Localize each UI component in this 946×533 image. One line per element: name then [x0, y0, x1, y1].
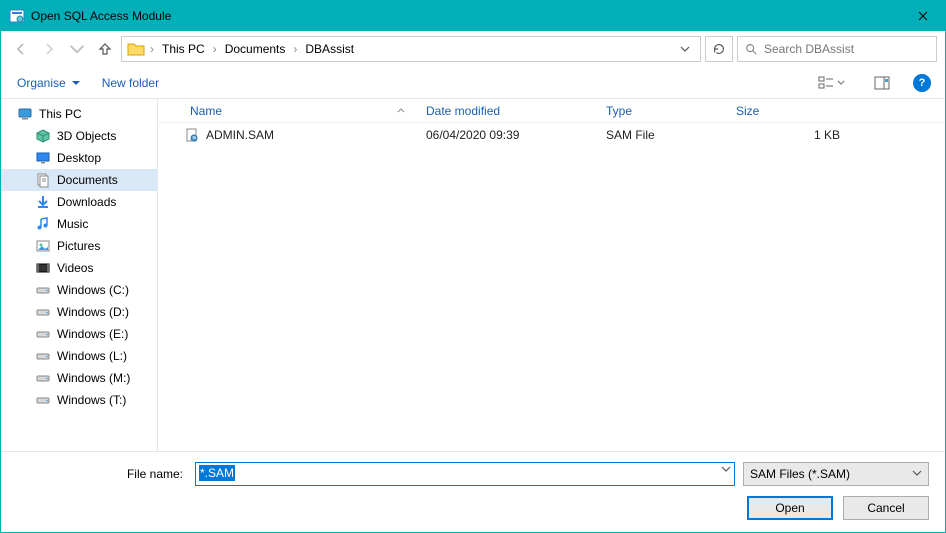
tree-item-drive-l[interactable]: Windows (L:) [1, 345, 157, 367]
command-bar: Organise New folder ? [1, 67, 945, 99]
new-folder-button[interactable]: New folder [100, 72, 161, 94]
column-header-type[interactable]: Type [598, 104, 728, 118]
tree-label: Windows (E:) [57, 327, 128, 341]
tree-label: Windows (M:) [57, 371, 130, 385]
tree-item-drive-m[interactable]: Windows (M:) [1, 367, 157, 389]
tree-item-this-pc[interactable]: This PC [1, 103, 157, 125]
column-header-name[interactable]: Name [158, 104, 418, 118]
recent-locations-button[interactable] [65, 37, 89, 61]
file-date: 06/04/2020 09:39 [418, 128, 598, 142]
drive-icon [35, 282, 51, 298]
open-button[interactable]: Open [747, 496, 833, 520]
breadcrumb[interactable]: This PC [158, 40, 209, 58]
file-list: Name Date modified Type Size ADM [157, 99, 945, 451]
organise-button[interactable]: Organise [15, 72, 82, 94]
tree-item-drive-t[interactable]: Windows (T:) [1, 389, 157, 411]
address-dropdown-button[interactable] [674, 46, 696, 52]
nav-forward-button[interactable] [37, 37, 61, 61]
sort-indicator-icon [397, 108, 405, 113]
tree-label: Documents [57, 173, 118, 187]
cube-icon [35, 128, 51, 144]
chevron-right-icon: › [291, 42, 299, 56]
tree-label: Desktop [57, 151, 101, 165]
pictures-icon [35, 238, 51, 254]
drive-icon [35, 392, 51, 408]
tree-label: Windows (T:) [57, 393, 126, 407]
tree-item-music[interactable]: Music [1, 213, 157, 235]
file-rows[interactable]: ADMIN.SAM 06/04/2020 09:39 SAM File 1 KB [158, 123, 945, 451]
tree-label: Windows (C:) [57, 283, 129, 297]
tree-label: 3D Objects [57, 129, 116, 143]
tree-label: Music [57, 217, 88, 231]
desktop-icon [35, 150, 51, 166]
computer-icon [17, 106, 33, 122]
file-name: ADMIN.SAM [206, 128, 274, 142]
help-button[interactable]: ? [913, 74, 931, 92]
file-icon [184, 127, 200, 143]
breadcrumb[interactable]: Documents [221, 40, 290, 58]
window-title: Open SQL Access Module [31, 9, 900, 23]
tree-label: Pictures [57, 239, 100, 253]
nav-back-button[interactable] [9, 37, 33, 61]
bottom-panel: File name: *.SAM SAM Files (*.SAM) Open … [1, 452, 945, 532]
column-header-size[interactable]: Size [728, 104, 848, 118]
titlebar: Open SQL Access Module [1, 1, 945, 31]
folder-icon [126, 39, 146, 59]
file-type-filter[interactable]: SAM Files (*.SAM) [743, 462, 929, 486]
tree-item-pictures[interactable]: Pictures [1, 235, 157, 257]
file-name-label: File name: [17, 467, 187, 481]
videos-icon [35, 260, 51, 276]
open-file-dialog: Open SQL Access Module › This PC › Docum… [0, 0, 946, 533]
chevron-right-icon: › [211, 42, 219, 56]
chevron-right-icon: › [148, 42, 156, 56]
preview-pane-button[interactable] [869, 72, 895, 94]
tree-item-downloads[interactable]: Downloads [1, 191, 157, 213]
tree-label: Windows (D:) [57, 305, 129, 319]
address-bar[interactable]: › This PC › Documents › DBAssist [121, 36, 701, 62]
music-icon [35, 216, 51, 232]
cancel-button[interactable]: Cancel [843, 496, 929, 520]
tree-label: Videos [57, 261, 93, 275]
drive-icon [35, 326, 51, 342]
app-icon [9, 8, 25, 24]
tree-label: Windows (L:) [57, 349, 127, 363]
chevron-down-icon [912, 470, 922, 476]
search-input[interactable]: Search DBAssist [737, 36, 937, 62]
file-type-filter-label: SAM Files (*.SAM) [750, 467, 850, 481]
breadcrumb[interactable]: DBAssist [301, 40, 358, 58]
column-header-date[interactable]: Date modified [418, 104, 598, 118]
drive-icon [35, 348, 51, 364]
refresh-button[interactable] [705, 36, 733, 62]
dialog-body: This PC 3D Objects Desktop Documents Dow… [1, 99, 945, 452]
tree-label: Downloads [57, 195, 116, 209]
navbar: › This PC › Documents › DBAssist Search … [1, 31, 945, 67]
tree-item-drive-e[interactable]: Windows (E:) [1, 323, 157, 345]
file-row[interactable]: ADMIN.SAM 06/04/2020 09:39 SAM File 1 KB [158, 123, 945, 147]
column-headers: Name Date modified Type Size [158, 99, 945, 123]
nav-tree[interactable]: This PC 3D Objects Desktop Documents Dow… [1, 99, 157, 451]
view-mode-button[interactable] [811, 72, 851, 94]
tree-item-desktop[interactable]: Desktop [1, 147, 157, 169]
tree-item-drive-d[interactable]: Windows (D:) [1, 301, 157, 323]
tree-item-videos[interactable]: Videos [1, 257, 157, 279]
nav-up-button[interactable] [93, 37, 117, 61]
drive-icon [35, 304, 51, 320]
tree-label: This PC [39, 107, 82, 121]
file-type: SAM File [598, 128, 728, 142]
drive-icon [35, 370, 51, 386]
file-name-input[interactable] [195, 462, 735, 486]
close-button[interactable] [900, 1, 945, 31]
downloads-icon [35, 194, 51, 210]
file-name-dropdown-button[interactable] [721, 466, 731, 472]
tree-item-documents[interactable]: Documents [1, 169, 157, 191]
tree-item-drive-c[interactable]: Windows (C:) [1, 279, 157, 301]
tree-item-3d-objects[interactable]: 3D Objects [1, 125, 157, 147]
search-icon [744, 42, 758, 56]
search-placeholder: Search DBAssist [764, 42, 854, 56]
documents-icon [35, 172, 51, 188]
file-size: 1 KB [728, 128, 848, 142]
